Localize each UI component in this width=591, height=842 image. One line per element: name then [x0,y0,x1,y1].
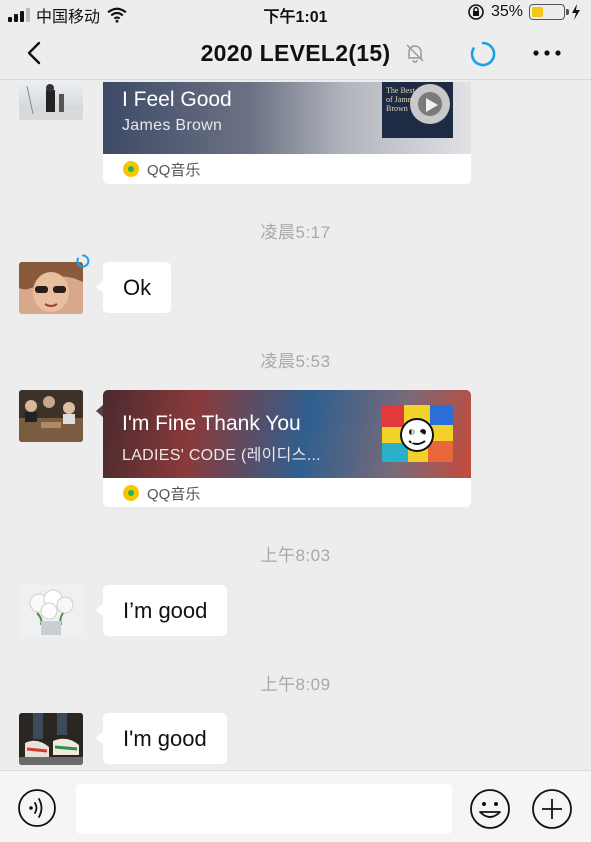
charging-bolt-icon [572,4,580,20]
avatar[interactable] [19,713,83,765]
message-text: I'm good [123,725,207,751]
album-cover-text: The Best of James Brown [386,86,415,113]
chat-title: 2020 LEVEL2(15) [200,40,391,66]
avatar[interactable] [19,84,83,120]
loading-spinner-icon [470,41,496,67]
voice-icon[interactable] [17,788,57,828]
status-bar: 中国移动 下午1:01 35% [0,0,591,26]
chat-header: 2020 LEVEL2(15) [0,26,591,80]
emoji-icon[interactable] [469,788,511,830]
music-card-title: I'm Fine Thank You [122,412,301,435]
battery-percent: 35% [490,3,523,20]
qq-music-icon [123,161,139,177]
qq-music-icon [123,485,139,501]
album-cover [382,405,453,462]
message-input[interactable] [76,784,452,834]
music-source: QQ音乐 [103,478,471,508]
timestamp: 上午8:03 [260,546,331,565]
music-source: QQ音乐 [103,154,471,184]
plus-icon[interactable] [531,788,573,830]
music-card-artist: James Brown [122,117,223,134]
message-text: Ok [123,274,152,300]
input-bar [0,770,591,842]
avatar[interactable] [19,390,83,442]
music-source-label: QQ音乐 [147,485,201,503]
music-card-title: I Feel Good [122,88,232,111]
timestamp: 凌晨5:53 [260,352,331,371]
avatar[interactable] [19,585,83,637]
avatar[interactable] [19,262,83,314]
music-source-label: QQ音乐 [147,161,201,179]
album-cover: The Best of James Brown [382,82,453,138]
timestamp: 凌晨5:17 [260,223,331,242]
message-bubble[interactable]: I'm good [96,713,227,764]
timestamp: 上午8:09 [260,675,331,694]
sending-spinner-icon [76,254,90,268]
more-icon[interactable] [530,40,564,66]
orientation-lock-icon [468,4,484,20]
battery-icon [529,4,569,20]
music-card[interactable]: I Feel Good James Brown The Best of Jame… [103,82,471,184]
message-bubble[interactable]: Ok [95,262,172,313]
music-card[interactable]: I'm Fine Thank You LADIES' CODE (레이디스...… [96,390,471,508]
mute-bell-icon [406,44,424,63]
message-bubble[interactable]: I’m good [95,585,228,636]
message-text: I’m good [123,597,208,623]
music-card-artist: LADIES' CODE (레이디스... [122,447,321,464]
